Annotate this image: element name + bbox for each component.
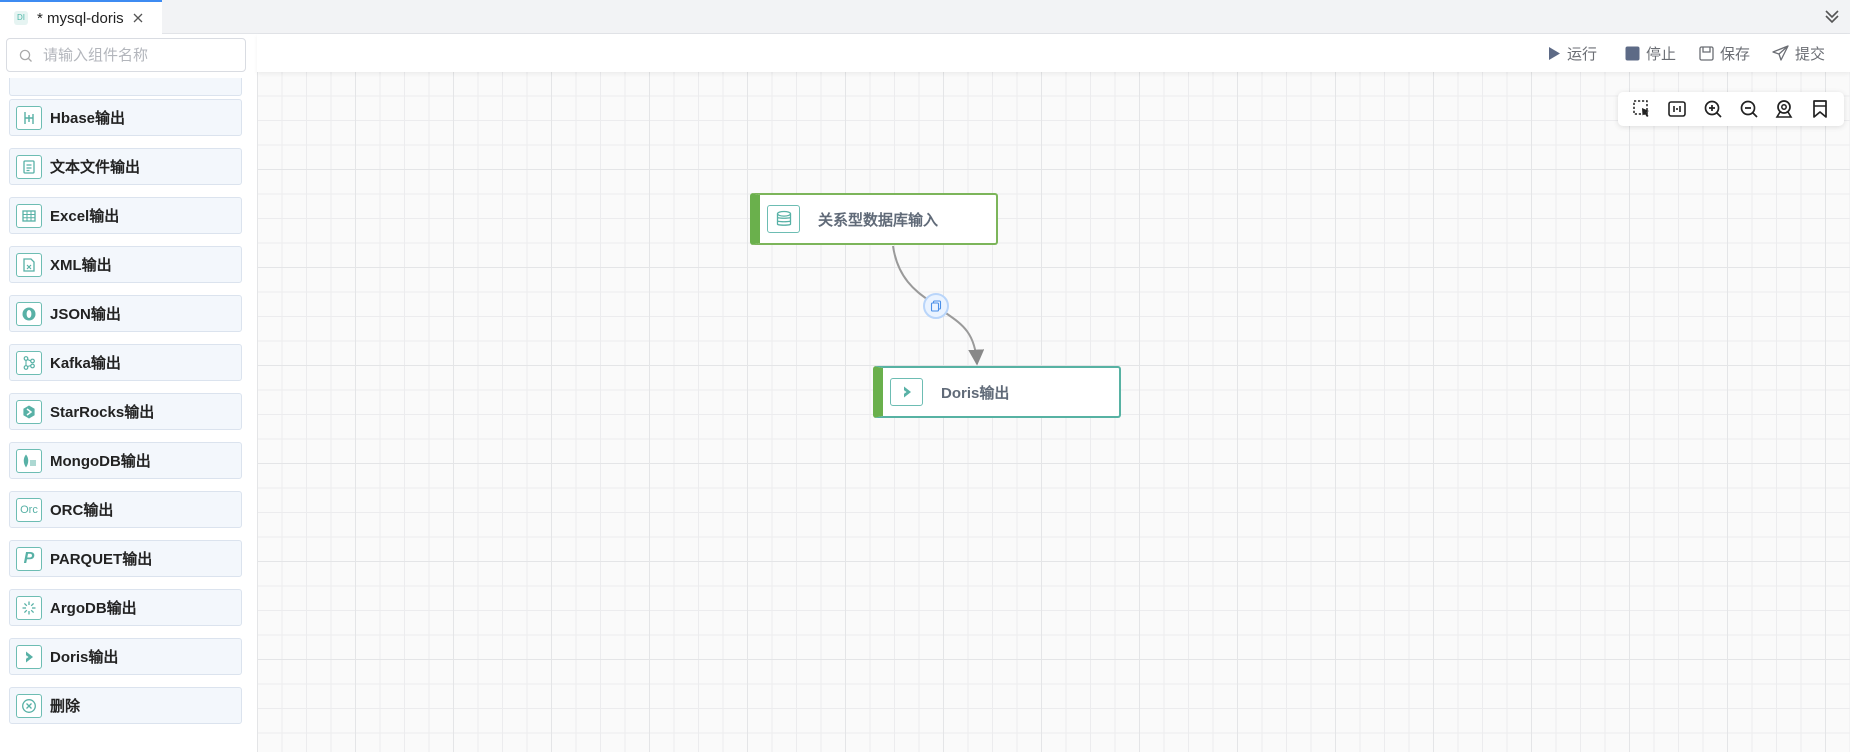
starrocks-icon [16,399,42,424]
toolbar: 运行 停止 保存 提交 [257,34,1850,72]
box-select-icon [1633,100,1649,117]
list-item-partial[interactable] [9,78,242,96]
component-search [6,38,246,72]
component-list: Hbase输出 文本文件输出 Excel输出 XML输出 JSON输出 Kafk… [0,78,257,752]
locate-icon [1776,100,1793,118]
search-input[interactable] [43,39,239,71]
save-icon [1699,45,1714,61]
component-starrocks-output[interactable]: StarRocks输出 [9,393,242,430]
edge-copy-handle[interactable] [923,293,949,319]
locate-button[interactable] [1772,97,1796,121]
component-xml-output[interactable]: XML输出 [9,246,242,283]
zoom-in-button[interactable] [1701,97,1725,121]
component-label: Excel输出 [50,208,120,225]
component-excel-output[interactable]: Excel输出 [9,197,242,234]
zoom-out-icon [1740,100,1758,118]
fit-view-button[interactable] [1665,97,1689,121]
component-hbase-output[interactable]: Hbase输出 [9,99,242,136]
kafka-icon [16,350,42,375]
tab-mysql-doris[interactable]: DI * mysql-doris [0,0,162,34]
close-icon[interactable] [132,12,144,24]
text-file-icon [16,154,42,179]
stop-icon [1625,46,1640,60]
component-doris-output[interactable]: Doris输出 [9,638,242,675]
copy-icon [930,300,942,312]
tab-type-icon: DI [14,11,28,25]
save-button[interactable]: 保存 [1699,43,1750,63]
run-label: 运行 [1567,45,1598,63]
component-kafka-output[interactable]: Kafka输出 [9,344,242,381]
argodb-icon [16,595,42,620]
component-label: 删除 [50,698,81,715]
component-parquet-output[interactable]: P PARQUET输出 [9,540,242,577]
chevron-double-down-icon[interactable] [1822,6,1842,26]
fit-view-icon [1668,101,1687,117]
component-label: PARQUET输出 [50,551,153,568]
zoom-in-icon [1704,100,1722,118]
component-label: JSON输出 [50,306,121,323]
json-icon [16,301,42,326]
component-label: Doris输出 [50,649,119,666]
component-label: ORC输出 [50,502,114,519]
delete-icon [16,693,42,718]
node-relational-db-input[interactable]: 关系型数据库输入 [750,193,998,245]
parquet-icon: P [16,546,42,571]
stop-button[interactable]: 停止 [1625,43,1676,63]
doris-icon [890,378,923,406]
node-label: 关系型数据库输入 [818,211,939,229]
bookmark-button[interactable] [1808,97,1832,121]
orc-icon: Orc [16,497,42,522]
component-orc-output[interactable]: Orc ORC输出 [9,491,242,528]
zoom-out-button[interactable] [1737,97,1761,121]
node-doris-output[interactable]: Doris输出 [873,366,1121,418]
excel-table-icon [16,203,42,228]
component-label: Kafka输出 [50,355,121,372]
component-mongodb-output[interactable]: MongoDB输出 [9,442,242,479]
submit-button[interactable]: 提交 [1772,43,1825,63]
box-select-button[interactable] [1630,97,1654,121]
component-panel: Hbase输出 文本文件输出 Excel输出 XML输出 JSON输出 Kafk… [0,34,257,752]
component-json-output[interactable]: JSON输出 [9,295,242,332]
component-text-file-output[interactable]: 文本文件输出 [9,148,242,185]
search-icon [19,49,32,62]
mongodb-icon [16,448,42,473]
component-label: Hbase输出 [50,110,126,127]
component-label: 文本文件输出 [50,159,141,176]
play-icon [1549,46,1560,60]
doris-icon [16,644,42,669]
database-icon [767,205,800,233]
component-label: ArgoDB输出 [50,600,137,617]
tab-bar: DI * mysql-doris [0,0,1850,34]
canvas-toolbar [1618,92,1844,126]
hbase-icon [16,105,42,130]
send-icon [1772,45,1789,61]
component-delete[interactable]: 删除 [9,687,242,724]
node-label: Doris输出 [941,384,1010,402]
save-label: 保存 [1720,45,1751,63]
bookmark-icon [1813,100,1827,118]
component-label: MongoDB输出 [50,453,151,470]
component-label: StarRocks输出 [50,404,155,421]
stop-label: 停止 [1646,45,1677,63]
workflow-canvas[interactable]: 关系型数据库输入 Doris输出 [257,72,1850,752]
submit-label: 提交 [1795,45,1826,63]
component-label: XML输出 [50,257,112,274]
xml-file-icon [16,252,42,277]
component-argodb-output[interactable]: ArgoDB输出 [9,589,242,626]
tab-title: * mysql-doris [37,9,124,27]
run-button[interactable]: 运行 [1548,43,1597,63]
